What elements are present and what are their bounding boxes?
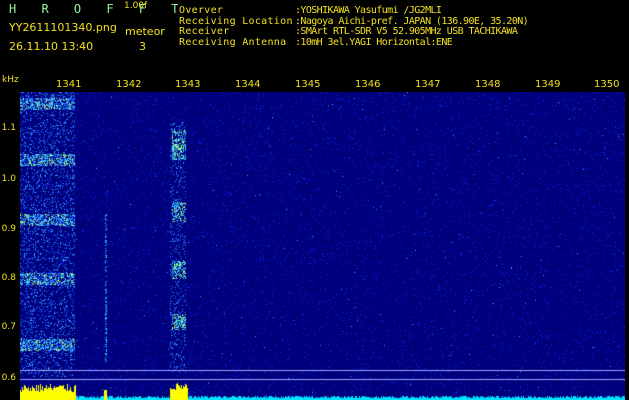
- spectrogram-canvas: [20, 92, 625, 400]
- info-value: :YOSHIKAWA Yasufumi /JG2MLI: [295, 5, 442, 16]
- info-value: :10mH 3el.YAGI Horizontal:ENE: [295, 36, 453, 48]
- info-key: Receiving Antenna: [179, 36, 287, 48]
- info-row-antenna: Receiving Antenna :10mH 3el.YAGI Horizont…: [179, 36, 528, 49]
- time-tick-label: 1350: [594, 79, 620, 90]
- time-tick-label: 1345: [295, 79, 321, 90]
- time-tick-label: 1348: [475, 79, 501, 90]
- frequency-unit-label: kHz: [2, 75, 19, 85]
- version-label: 1.00f: [124, 1, 148, 11]
- info-key: Receiver: [179, 26, 230, 37]
- meteor-count: 3: [139, 40, 146, 53]
- time-tick-label: 1343: [175, 79, 201, 90]
- time-tick-label: 1346: [355, 79, 381, 90]
- freq-tick-label: 0.8: [1, 273, 16, 283]
- station-info: Overver :YOSHIKAWA Yasufumi /JG2MLI Recei…: [179, 5, 529, 49]
- time-tick-label: 1341: [56, 79, 82, 90]
- freq-tick-label: 0.7: [1, 322, 16, 332]
- time-tick-label: 1347: [415, 79, 441, 90]
- info-value: :SMArt RTL-SDR V5 52.905MHz USB TACHIKAW…: [295, 26, 518, 37]
- timestamp: 26.11.10 13:40: [9, 40, 94, 53]
- freq-tick-label: 1.0: [1, 174, 16, 184]
- info-value: :Nagoya Aichi-pref. JAPAN (136.90E, 35.2…: [295, 15, 529, 27]
- freq-tick-label: 0.9: [1, 224, 16, 234]
- app-title: H R O F F T: [9, 2, 188, 16]
- time-tick-label: 1344: [235, 79, 261, 90]
- time-tick-label: 1342: [116, 79, 142, 90]
- info-key: Overver: [179, 5, 224, 16]
- time-tick-label: 1349: [535, 79, 561, 90]
- freq-tick-label: 0.6: [1, 373, 16, 383]
- file-name: YY2611101340.png: [9, 21, 117, 34]
- freq-tick-label: 1.1: [1, 123, 16, 133]
- mode-label: meteor: [125, 25, 165, 38]
